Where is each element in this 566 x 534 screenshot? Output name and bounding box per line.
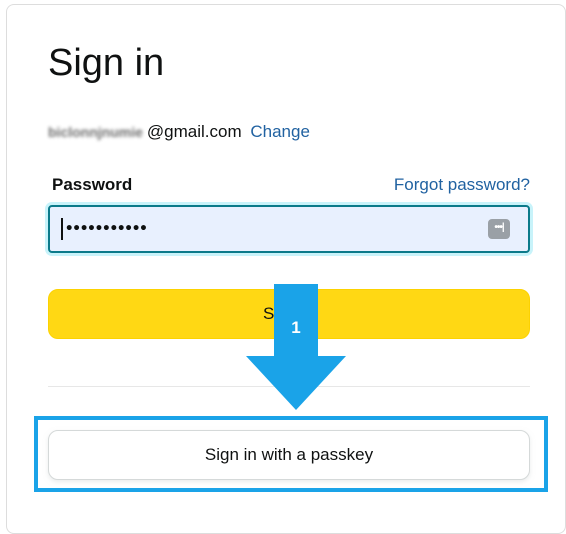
- annotation-step-number: 1: [291, 318, 301, 337]
- annotation-highlight-box: [34, 416, 548, 492]
- password-masked-value: •••••••••••: [65, 221, 148, 237]
- change-account-link[interactable]: Change: [250, 122, 310, 141]
- annotation-down-arrow-icon: [246, 284, 346, 410]
- password-field[interactable]: ••••••••••• •••|: [48, 205, 530, 253]
- page-title: Sign in: [48, 42, 165, 84]
- text-caret: [61, 218, 63, 240]
- password-label: Password: [52, 175, 133, 194]
- email-username-redacted: biclonnjnumie: [48, 124, 143, 140]
- email-domain: @gmail.com: [146, 122, 242, 141]
- password-manager-icon[interactable]: •••|: [488, 219, 510, 239]
- account-email-row: biclonnjnumie @gmail.com Change: [48, 121, 310, 143]
- forgot-password-link[interactable]: Forgot password?: [394, 174, 530, 196]
